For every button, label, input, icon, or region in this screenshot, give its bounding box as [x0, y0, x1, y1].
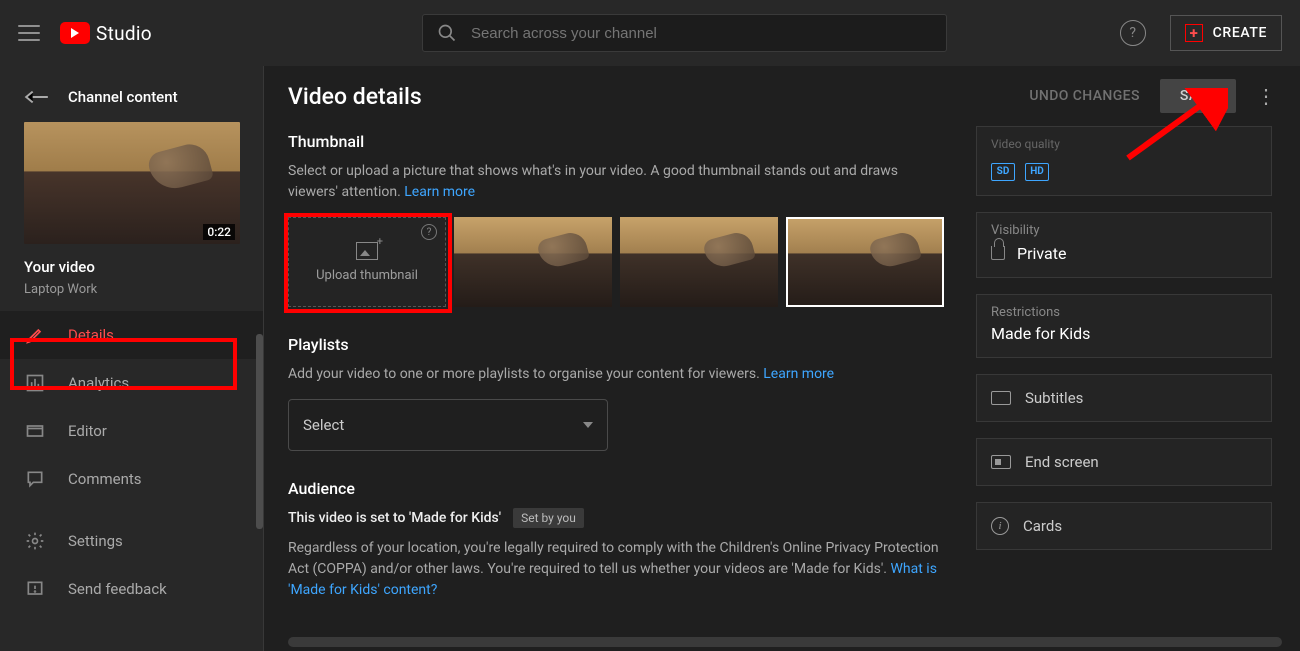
visibility-panel[interactable]: Visibility Private: [976, 212, 1272, 278]
visibility-value: Private: [1017, 244, 1066, 263]
video-quality-label: Video quality: [991, 137, 1257, 151]
create-label: CREATE: [1213, 25, 1267, 41]
sidebar-item-label: Details: [68, 326, 114, 344]
sidebar-item-label: Settings: [68, 532, 123, 550]
video-thumbnail[interactable]: 0:22: [24, 122, 239, 244]
cards-label: Cards: [1023, 517, 1062, 535]
info-icon: i: [991, 517, 1009, 535]
back-arrow-icon: [24, 88, 50, 106]
undo-changes-button[interactable]: UNDO CHANGES: [1029, 88, 1140, 104]
sidebar-item-label: Analytics: [68, 374, 129, 392]
audience-status-text: This video is set to 'Made for Kids': [288, 510, 501, 526]
main-header: Video details UNDO CHANGES SAVE ⋮: [264, 66, 1300, 126]
upload-image-icon: [356, 242, 378, 260]
menu-icon[interactable]: [18, 25, 40, 41]
create-plus-icon: +: [1185, 24, 1203, 42]
thumbnail-section-desc: Select or upload a picture that shows wh…: [288, 161, 944, 203]
restrictions-label: Restrictions: [991, 305, 1257, 320]
sidebar-item-feedback[interactable]: Send feedback: [0, 565, 263, 613]
playlists-learn-more-link[interactable]: Learn more: [763, 366, 834, 382]
visibility-label: Visibility: [991, 223, 1257, 238]
search-input[interactable]: [471, 25, 932, 42]
feedback-icon: [25, 579, 45, 599]
end-screen-icon: [991, 455, 1011, 469]
thumbnail-option-3-selected[interactable]: [786, 217, 944, 307]
page-title: Video details: [288, 83, 422, 110]
cards-panel[interactable]: i Cards: [976, 502, 1272, 550]
horizontal-scrollbar[interactable]: [288, 637, 1282, 647]
analytics-icon: [25, 373, 45, 393]
sidebar-item-analytics[interactable]: Analytics: [0, 359, 263, 407]
restrictions-panel[interactable]: Restrictions Made for Kids: [976, 294, 1272, 358]
subtitles-panel[interactable]: Subtitles: [976, 374, 1272, 422]
help-icon[interactable]: ?: [1120, 20, 1146, 46]
thumbnail-option-1[interactable]: [454, 217, 612, 307]
sidebar-scrollbar[interactable]: [256, 334, 263, 529]
create-button[interactable]: + CREATE: [1170, 15, 1282, 51]
gear-icon: [25, 531, 45, 551]
left-column: Thumbnail Select or upload a picture tha…: [288, 126, 944, 615]
back-to-channel[interactable]: Channel content: [0, 76, 263, 122]
set-by-you-chip: Set by you: [513, 508, 584, 528]
pencil-icon: [25, 325, 45, 345]
comments-icon: [25, 469, 45, 489]
more-options-icon[interactable]: ⋮: [1256, 84, 1276, 108]
end-screen-label: End screen: [1025, 453, 1099, 471]
sidebar-item-settings[interactable]: Settings: [0, 517, 263, 565]
your-video-label: Your video: [0, 244, 263, 282]
upload-thumbnail-label: Upload thumbnail: [316, 268, 418, 283]
sidebar-item-label: Comments: [68, 470, 142, 488]
playlists-section-desc: Add your video to one or more playlists …: [288, 364, 944, 385]
youtube-icon: [60, 22, 90, 44]
sidebar-item-details[interactable]: Details: [0, 311, 263, 359]
sidebar-item-editor[interactable]: Editor: [0, 407, 263, 455]
sidebar-item-label: Send feedback: [68, 580, 167, 598]
playlists-section-title: Playlists: [288, 335, 944, 354]
video-title-text: Laptop Work: [0, 282, 263, 311]
chevron-down-icon: [583, 422, 593, 428]
sd-badge: SD: [991, 163, 1015, 181]
video-quality-panel: Video quality SD HD: [976, 126, 1272, 196]
editor-icon: [25, 421, 45, 441]
studio-logo[interactable]: Studio: [60, 22, 152, 45]
top-bar: Studio ? + CREATE: [0, 0, 1300, 66]
search-box[interactable]: [422, 14, 947, 52]
main-content: Video details UNDO CHANGES SAVE ⋮ Thumbn…: [264, 66, 1300, 651]
thumbnail-row: ? Upload thumbnail: [288, 217, 944, 307]
thumbnail-learn-more-link[interactable]: Learn more: [404, 184, 475, 200]
playlists-select[interactable]: Select: [288, 399, 608, 451]
audience-section-title: Audience: [288, 479, 944, 498]
sidebar-item-label: Editor: [68, 422, 107, 440]
end-screen-panel[interactable]: End screen: [976, 438, 1272, 486]
audience-status-line: This video is set to 'Made for Kids' Set…: [288, 508, 944, 528]
search-icon: [437, 23, 457, 43]
thumbnail-section-title: Thumbnail: [288, 132, 944, 151]
back-label: Channel content: [68, 88, 178, 106]
lock-icon: [991, 246, 1005, 260]
thumbnail-option-2[interactable]: [620, 217, 778, 307]
sidebar-item-comments[interactable]: Comments: [0, 455, 263, 503]
upload-thumbnail-button[interactable]: ? Upload thumbnail: [288, 217, 446, 307]
restrictions-value: Made for Kids: [991, 324, 1257, 343]
logo-text: Studio: [96, 22, 152, 45]
right-column: Video quality SD HD Visibility Private R…: [976, 126, 1272, 615]
video-duration: 0:22: [203, 224, 235, 240]
subtitles-label: Subtitles: [1025, 389, 1083, 407]
sidebar: Channel content 0:22 Your video Laptop W…: [0, 66, 264, 651]
subtitles-icon: [991, 391, 1011, 405]
audience-desc: Regardless of your location, you're lega…: [288, 538, 944, 601]
playlists-select-value: Select: [303, 416, 344, 434]
thumbnail-help-icon[interactable]: ?: [421, 224, 437, 240]
save-button[interactable]: SAVE: [1160, 79, 1236, 113]
hd-badge: HD: [1025, 163, 1049, 181]
topbar-right: ? + CREATE: [1120, 15, 1282, 51]
